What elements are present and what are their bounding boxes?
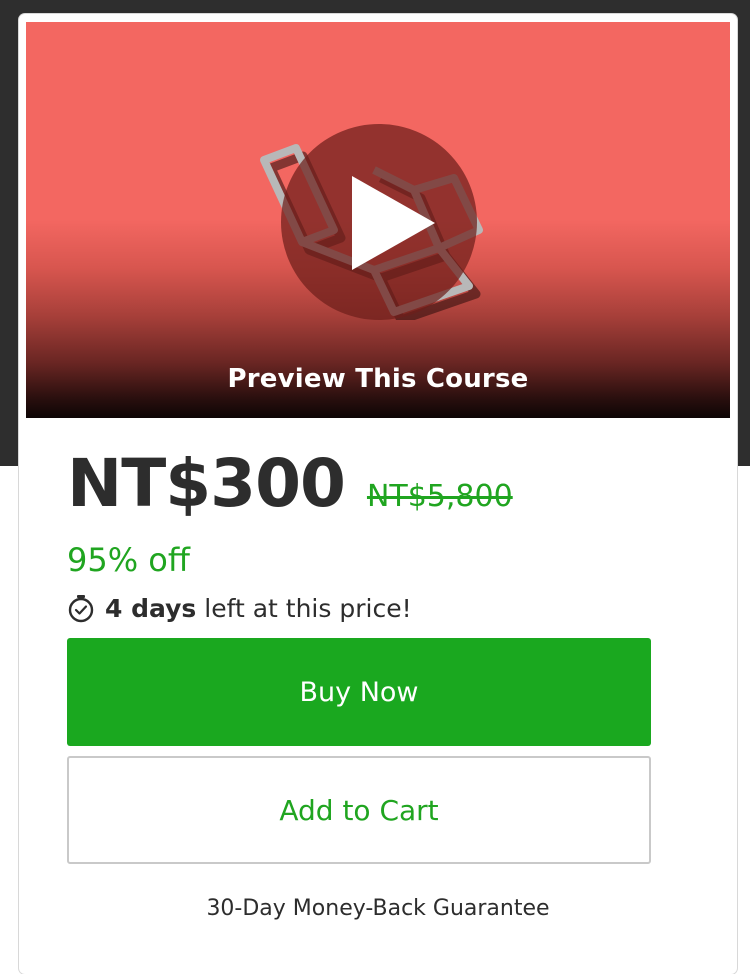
original-price: NT$5,800 — [366, 479, 513, 514]
play-button[interactable] — [281, 124, 477, 320]
money-back-guarantee: 30-Day Money-Back Guarantee — [206, 896, 550, 921]
stopwatch-icon — [68, 595, 94, 623]
buy-now-button[interactable]: Buy Now — [67, 638, 651, 746]
countdown-days: 4 days — [105, 593, 197, 623]
price-row: NT$300 NT$5,800 — [67, 445, 513, 535]
countdown-suffix: left at this price! — [204, 593, 412, 623]
add-to-cart-button[interactable]: Add to Cart — [67, 756, 651, 864]
preview-course-label: Preview This Course — [227, 364, 529, 394]
current-price: NT$300 — [67, 445, 346, 522]
discount-label: 95% off — [67, 541, 190, 579]
course-preview-video[interactable]: Preview This Course — [26, 22, 730, 418]
play-icon — [352, 176, 435, 270]
price-countdown: 4 days left at this price! — [67, 590, 412, 626]
